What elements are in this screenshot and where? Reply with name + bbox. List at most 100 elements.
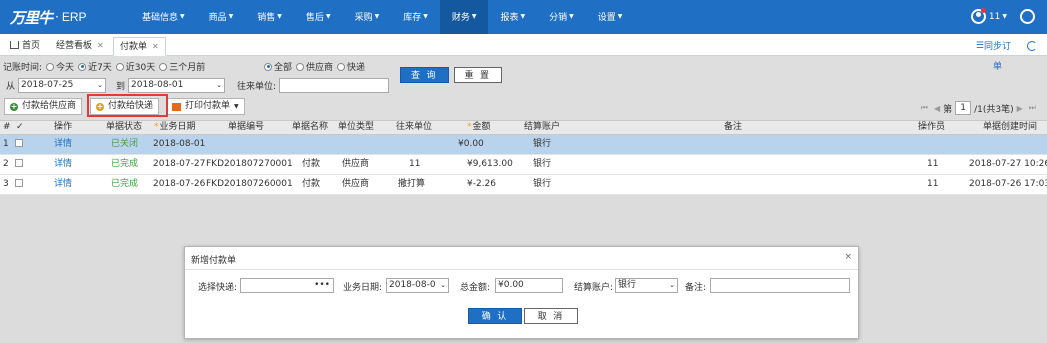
chevron-down-icon: ⌄	[669, 281, 675, 289]
menu-item-inventory[interactable]: 库存 ▼	[391, 0, 440, 34]
radio-3months[interactable]	[159, 62, 168, 71]
menu-label: 报表	[500, 13, 519, 23]
query-button[interactable]: 查 询	[400, 67, 449, 83]
col-party-type: 单位类型	[338, 122, 375, 132]
menu-label: 库存	[403, 13, 422, 23]
row-num: 3	[3, 179, 9, 189]
printer-icon	[172, 102, 182, 111]
checkbox[interactable]	[15, 159, 23, 167]
remark-input[interactable]	[710, 278, 850, 293]
menu-item-purchase[interactable]: 采购 ▼	[343, 0, 392, 34]
button-label: 付款给供应商	[22, 101, 77, 111]
radio-all[interactable]	[264, 62, 272, 71]
detail-link[interactable]: 详情	[54, 175, 72, 194]
first-page-icon[interactable]: ⏮	[921, 103, 928, 113]
pay-supplier-button[interactable]: 付款给供应商	[4, 98, 83, 115]
menu-item-sales[interactable]: 销售 ▼	[245, 0, 294, 34]
menu-label: 售后	[305, 13, 324, 23]
tab-payment[interactable]: 付款单 ✕	[113, 37, 166, 56]
print-button[interactable]: 打印付款单 ▼	[166, 98, 245, 115]
confirm-button[interactable]: 确 认	[468, 308, 522, 324]
last-page-icon[interactable]: ⏭	[1029, 103, 1036, 113]
status-badge: 已完成	[111, 179, 139, 189]
sync-link[interactable]: 同步订	[984, 39, 1011, 52]
caret-down-icon: ▼	[1002, 13, 1007, 20]
total-input[interactable]: ¥0.00	[495, 278, 563, 293]
radio-7days[interactable]	[78, 62, 87, 71]
menu-label: 分销	[549, 13, 568, 23]
row-checkbox[interactable]	[15, 175, 23, 194]
radio-today[interactable]	[46, 62, 55, 71]
menu-label: 基础信息	[142, 13, 179, 23]
express-picker[interactable]: •••	[240, 278, 334, 293]
user-icon	[970, 8, 986, 24]
date-select[interactable]: 2018-08-0 ⌄	[386, 278, 449, 293]
single-link[interactable]: 单	[993, 59, 1002, 72]
cell-account: 银行	[533, 139, 552, 149]
dialog-header: 新增付款单 ×	[185, 247, 858, 270]
radio-supplier[interactable]	[296, 62, 305, 71]
dialog-actions: 确 认 取 消	[185, 308, 860, 326]
cancel-button[interactable]: 取 消	[524, 308, 578, 324]
prev-page-icon[interactable]: ◀	[934, 104, 940, 113]
caret-down-icon: ▼	[374, 13, 380, 20]
table-row[interactable]: 1 详情 已关闭 2018-08-01 ¥0.00 银行	[0, 135, 1047, 155]
col-status: 单据状态	[106, 122, 143, 132]
table-row[interactable]: 3 详情 已完成 2018-07-26 FKD201807260001 付款 供…	[0, 175, 1047, 195]
user-menu[interactable]: 11 ▼	[970, 8, 1007, 24]
col-check[interactable]: ✓	[16, 121, 24, 134]
add-icon	[10, 99, 18, 114]
from-date-value: 2018-07-25	[21, 80, 74, 90]
row-num: 1	[3, 139, 9, 149]
cell-created: 2018-07-26 17:03	[969, 179, 1047, 189]
from-label: 从	[6, 82, 16, 92]
highlight-box	[87, 94, 168, 117]
cell-account: 银行	[533, 179, 552, 189]
caret-down-icon: ▼	[423, 13, 428, 20]
menu-item-goods[interactable]: 商品 ▼	[197, 0, 246, 34]
total-label: 总金额:	[460, 283, 491, 293]
brand-logo[interactable]: 万里牛 · ERP	[10, 7, 87, 27]
account-select[interactable]: 银行 ⌄	[615, 278, 678, 293]
close-icon[interactable]: ✕	[97, 41, 104, 50]
menu-item-finance[interactable]: 财务 ▼	[439, 0, 489, 34]
menu-item-basic[interactable]: 基础信息 ▼	[130, 0, 197, 34]
menu-item-aftersales[interactable]: 售后 ▼	[294, 0, 343, 34]
menu-item-distribution[interactable]: 分销 ▼	[537, 0, 586, 34]
refresh-icon[interactable]	[1027, 40, 1037, 51]
to-date-select[interactable]: 2018-08-01 ⌄	[128, 78, 226, 93]
col-remark: 备注	[724, 122, 743, 132]
partner-input[interactable]	[279, 78, 390, 93]
menu-label: 销售	[257, 13, 276, 23]
checkbox[interactable]	[15, 179, 23, 187]
menu-item-settings[interactable]: 设置 ▼	[586, 0, 635, 34]
tab-home[interactable]: 首页	[4, 37, 46, 56]
logo-separator: ·	[55, 10, 59, 24]
close-icon[interactable]: ✕	[152, 42, 159, 51]
caret-down-icon: ▼	[277, 13, 282, 20]
date-filter: 从 2018-07-25 ⌄ 到 2018-08-01 ⌄ 往来单位:	[6, 78, 390, 93]
radio-label: 快递	[347, 63, 366, 73]
reset-button[interactable]: 重 置	[453, 67, 503, 83]
headset-icon[interactable]	[1020, 9, 1035, 24]
checkbox[interactable]	[15, 139, 23, 147]
more-icon[interactable]: •••	[314, 279, 330, 292]
page-input[interactable]: 1	[955, 101, 972, 115]
radio-30days[interactable]	[115, 62, 124, 71]
col-created: 单据创建时间	[983, 122, 1038, 132]
table-row[interactable]: 2 详情 已完成 2018-07-27 FKD201807270001 付款 供…	[0, 155, 1047, 175]
row-checkbox[interactable]	[15, 155, 23, 174]
cell-doc-name: 付款	[302, 159, 321, 169]
close-icon[interactable]: ×	[844, 252, 852, 262]
radio-express[interactable]	[337, 62, 346, 71]
button-label: 打印付款单	[185, 101, 231, 111]
from-date-select[interactable]: 2018-07-25 ⌄	[18, 78, 107, 93]
menu-item-reports[interactable]: 报表 ▼	[488, 0, 537, 34]
detail-link[interactable]: 详情	[54, 135, 72, 154]
radio-label: 供应商	[306, 63, 334, 73]
tab-dashboard[interactable]: 经营看板 ✕	[50, 37, 110, 56]
detail-link[interactable]: 详情	[54, 155, 72, 174]
row-checkbox[interactable]	[15, 135, 23, 154]
col-party: 往来单位	[396, 122, 433, 132]
next-page-icon[interactable]: ▶	[1017, 104, 1023, 113]
